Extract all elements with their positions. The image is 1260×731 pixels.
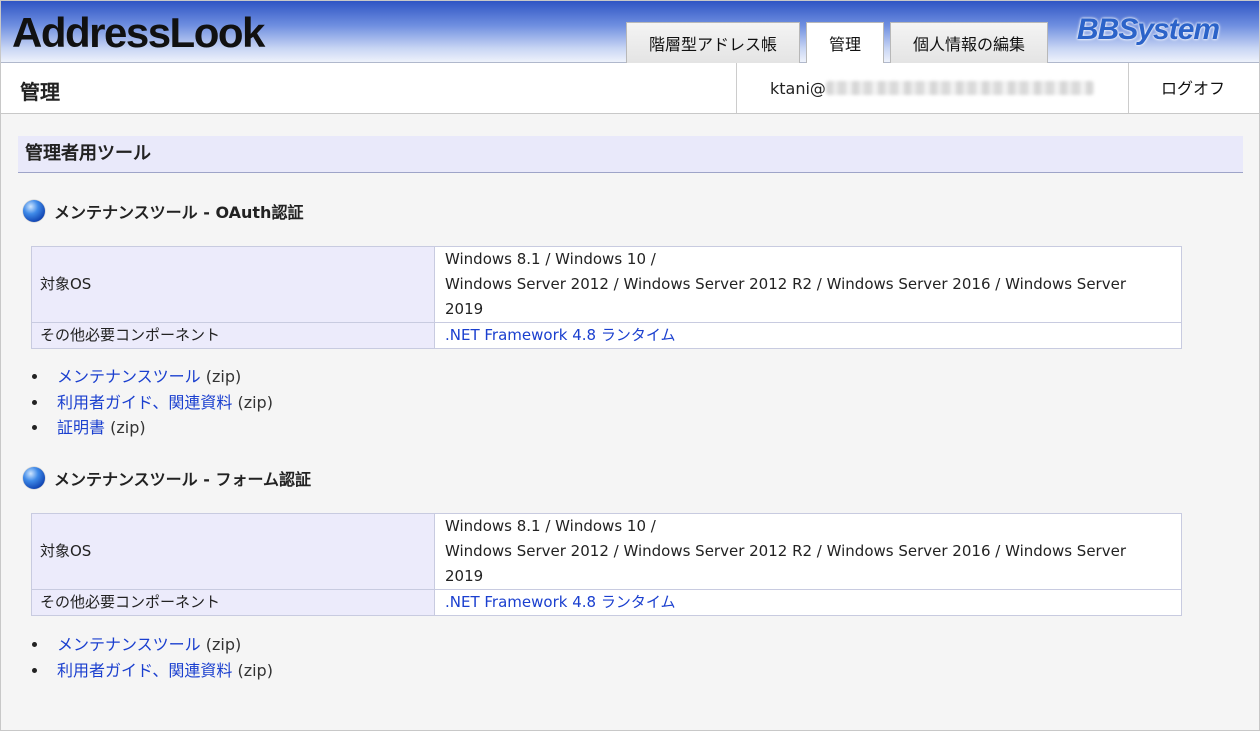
download-list: メンテナンスツール (zip) 利用者ガイド、関連資料 (zip) 証明書 (z…: [49, 364, 273, 441]
list-item: 利用者ガイド、関連資料 (zip): [49, 390, 273, 416]
row-key: 対象OS: [31, 513, 435, 590]
requirements-table: 対象OS Windows 8.1 / Windows 10 / Windows …: [31, 513, 1182, 616]
brand-logo: BBSystem: [1077, 13, 1220, 46]
list-item: 証明書 (zip): [49, 415, 273, 441]
file-type-label: (zip): [205, 635, 242, 654]
user-guide-zip-link[interactable]: 利用者ガイド、関連資料: [57, 393, 232, 412]
file-type-label: (zip): [237, 392, 273, 412]
bullet-orb-icon: [23, 200, 45, 222]
tab-edit-personal-info[interactable]: 個人情報の編集: [890, 22, 1049, 63]
main-tabs: 階層型アドレス帳 管理 個人情報の編集: [626, 22, 1054, 64]
requirements-table: 対象OS Windows 8.1 / Windows 10 / Windows …: [31, 246, 1182, 349]
row-value: Windows 8.1 / Windows 10 / Windows Serve…: [434, 246, 1182, 323]
file-type-label: (zip): [205, 367, 242, 386]
list-item: 利用者ガイド、関連資料 (zip): [49, 658, 273, 684]
maintenance-tool-zip-link[interactable]: メンテナンスツール: [57, 367, 201, 386]
dotnet-runtime-link[interactable]: .NET Framework 4.8 ランタイム: [445, 593, 676, 611]
table-row: 対象OS Windows 8.1 / Windows 10 / Windows …: [31, 513, 1182, 590]
maintenance-tool-zip-link[interactable]: メンテナンスツール: [57, 635, 201, 654]
tool-heading-oauth: メンテナンスツール - OAuth認証: [23, 199, 303, 223]
table-row: 対象OS Windows 8.1 / Windows 10 / Windows …: [31, 246, 1182, 323]
row-key: その他必要コンポーネント: [31, 589, 435, 616]
os-line: 2019: [445, 300, 484, 318]
app-logo: AddressLook: [12, 9, 265, 56]
row-key: 対象OS: [31, 246, 435, 323]
page-title: 管理: [20, 80, 60, 104]
tool-heading-form-auth: メンテナンスツール - フォーム認証: [23, 466, 311, 490]
dotnet-runtime-link[interactable]: .NET Framework 4.8 ランタイム: [445, 326, 676, 344]
tab-admin[interactable]: 管理: [806, 22, 885, 64]
os-line: Windows 8.1 / Windows 10 /: [445, 517, 656, 535]
os-line: 2019: [445, 567, 484, 585]
os-line: Windows Server 2012 / Windows Server 201…: [445, 275, 1126, 293]
tool-heading-label: メンテナンスツール - OAuth認証: [54, 203, 304, 222]
section-title: 管理者用ツール: [18, 136, 1243, 173]
download-list: メンテナンスツール (zip) 利用者ガイド、関連資料 (zip): [49, 632, 273, 683]
redacted-email-domain: [825, 81, 1094, 95]
logoff-link[interactable]: ログオフ: [1161, 63, 1225, 115]
certificate-zip-link[interactable]: 証明書: [57, 418, 105, 437]
top-header: AddressLook 階層型アドレス帳 管理 個人情報の編集 BBSystem: [1, 1, 1259, 64]
user-guide-zip-link[interactable]: 利用者ガイド、関連資料: [57, 661, 232, 680]
list-item: メンテナンスツール (zip): [49, 364, 273, 390]
file-type-label: (zip): [237, 660, 273, 680]
os-line: Windows 8.1 / Windows 10 /: [445, 250, 656, 268]
row-value: Windows 8.1 / Windows 10 / Windows Serve…: [434, 513, 1182, 590]
bullet-orb-icon: [23, 467, 45, 489]
tool-heading-label: メンテナンスツール - フォーム認証: [54, 470, 311, 489]
tab-hierarchical-address-book[interactable]: 階層型アドレス帳: [626, 22, 801, 63]
row-key: その他必要コンポーネント: [31, 322, 435, 349]
list-item: メンテナンスツール (zip): [49, 632, 273, 658]
row-value: .NET Framework 4.8 ランタイム: [434, 589, 1182, 616]
table-row: その他必要コンポーネント .NET Framework 4.8 ランタイム: [31, 589, 1182, 616]
page-header: 管理 ktani@ ログオフ: [1, 63, 1259, 114]
file-type-label: (zip): [110, 418, 146, 437]
os-line: Windows Server 2012 / Windows Server 201…: [445, 542, 1126, 560]
user-account: ktani@: [736, 63, 1129, 113]
user-email: ktani@: [770, 79, 826, 98]
table-row: その他必要コンポーネント .NET Framework 4.8 ランタイム: [31, 322, 1182, 349]
row-value: .NET Framework 4.8 ランタイム: [434, 322, 1182, 349]
